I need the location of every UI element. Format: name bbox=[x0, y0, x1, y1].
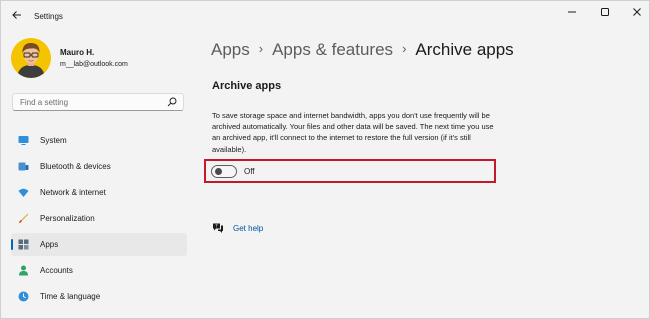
person-icon bbox=[19, 265, 28, 276]
breadcrumb-apps[interactable]: Apps bbox=[211, 40, 250, 59]
minimize-icon bbox=[568, 11, 576, 13]
user-avatar-image bbox=[11, 38, 51, 78]
brush-icon bbox=[18, 213, 29, 224]
sidebar-item-accounts[interactable]: Accounts bbox=[11, 259, 187, 282]
get-help-link[interactable]: Get help bbox=[233, 224, 263, 233]
sidebar-item-apps[interactable]: Apps bbox=[11, 233, 187, 256]
system-icon bbox=[18, 136, 29, 145]
minimize-button[interactable] bbox=[561, 5, 583, 19]
sidebar-item-label: Personalization bbox=[40, 214, 95, 223]
close-button[interactable] bbox=[626, 5, 648, 19]
globe-clock-icon bbox=[18, 291, 29, 302]
sidebar-item-label: System bbox=[40, 136, 67, 145]
settings-window: Settings Mauro H. m__lab@outlook.com Fin… bbox=[0, 0, 650, 319]
toggle-knob bbox=[215, 168, 222, 175]
breadcrumb: Apps › Apps & features › Archive apps bbox=[211, 40, 514, 60]
apps-icon bbox=[18, 239, 29, 250]
search-input[interactable]: Find a setting bbox=[12, 93, 184, 111]
section-title: Archive apps bbox=[212, 80, 282, 92]
breadcrumb-separator: › bbox=[258, 41, 264, 56]
archive-description: To save storage space and internet bandw… bbox=[212, 111, 494, 154]
sidebar-nav: System Bluetooth & devices Network & int… bbox=[11, 129, 187, 311]
user-profile[interactable]: Mauro H. m__lab@outlook.com bbox=[11, 38, 201, 82]
wifi-icon bbox=[18, 188, 29, 197]
avatar bbox=[11, 38, 51, 78]
archive-apps-toggle[interactable] bbox=[211, 165, 237, 178]
search-icon bbox=[167, 97, 177, 107]
sidebar-item-network-internet[interactable]: Network & internet bbox=[11, 181, 187, 204]
bluetooth-icon bbox=[18, 162, 29, 171]
back-arrow-icon bbox=[12, 11, 21, 19]
sidebar-item-label: Bluetooth & devices bbox=[40, 162, 111, 171]
page-title: Archive apps bbox=[415, 40, 514, 59]
sidebar-item-label: Accounts bbox=[40, 266, 73, 275]
selected-indicator bbox=[11, 239, 13, 250]
back-button[interactable] bbox=[9, 7, 25, 23]
sidebar-item-bluetooth-devices[interactable]: Bluetooth & devices bbox=[11, 155, 187, 178]
search-placeholder: Find a setting bbox=[20, 98, 69, 107]
breadcrumb-apps-features[interactable]: Apps & features bbox=[272, 40, 393, 59]
sidebar-item-label: Time & language bbox=[40, 292, 101, 301]
sidebar-item-time-language[interactable]: Time & language bbox=[11, 285, 187, 308]
title-bar: Settings bbox=[1, 1, 649, 31]
close-icon bbox=[633, 8, 641, 16]
sidebar-item-system[interactable]: System bbox=[11, 129, 187, 152]
app-title: Settings bbox=[34, 12, 63, 21]
sidebar-item-label: Apps bbox=[40, 240, 59, 249]
archive-apps-toggle-row: Off bbox=[204, 159, 496, 183]
sidebar-item-label: Network & internet bbox=[40, 188, 106, 197]
maximize-button[interactable] bbox=[594, 5, 616, 19]
help-chat-icon: ? bbox=[213, 223, 223, 233]
user-email: m__lab@outlook.com bbox=[60, 61, 128, 68]
user-name: Mauro H. bbox=[60, 48, 95, 57]
maximize-icon bbox=[601, 8, 609, 16]
sidebar-item-personalization[interactable]: Personalization bbox=[11, 207, 187, 230]
breadcrumb-separator: › bbox=[402, 41, 407, 56]
toggle-state-label: Off bbox=[244, 167, 255, 176]
